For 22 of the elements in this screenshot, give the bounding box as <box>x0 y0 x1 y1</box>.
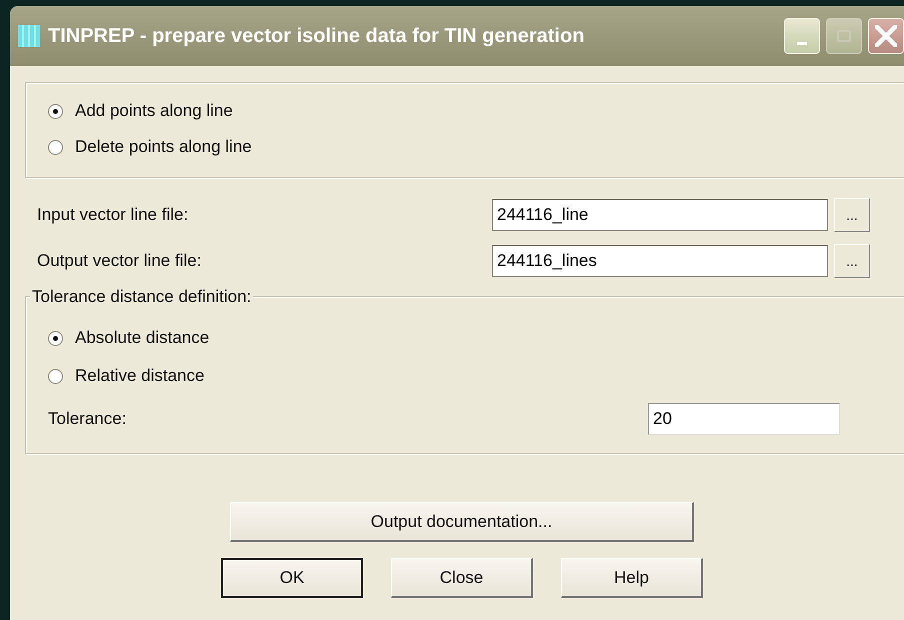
dialog-button[interactable]: Help <box>561 558 703 598</box>
tolerance-field[interactable]: 20 <box>648 403 840 435</box>
radio-button[interactable] <box>48 140 63 154</box>
close-button[interactable] <box>868 18 904 54</box>
radio-button[interactable] <box>48 104 63 118</box>
field-label: Output vector line file: <box>37 251 202 271</box>
window-title: TINPREP - prepare vector isoline data for TIN generation <box>48 24 586 48</box>
radio-button[interactable] <box>48 330 63 346</box>
browse-button[interactable]: ... <box>834 244 870 278</box>
documentation-button[interactable]: Output documentation... <box>230 502 694 542</box>
radio-label: Delete points along line <box>75 137 252 157</box>
dialog-button[interactable]: Close <box>391 558 533 598</box>
radio-label: Absolute distance <box>75 328 210 348</box>
input-field[interactable]: 244116_line <box>492 199 828 231</box>
radio-label: Add points along line <box>75 101 233 121</box>
field-label: Tolerance: <box>48 409 128 429</box>
browse-button[interactable]: ... <box>834 198 870 232</box>
radio-button[interactable] <box>48 368 63 384</box>
dialog-button[interactable]: OK <box>221 558 363 598</box>
field-label: Input vector line file: <box>37 205 190 225</box>
input-field[interactable]: 244116_lines <box>492 245 828 277</box>
radio-label: Relative distance <box>75 366 204 386</box>
